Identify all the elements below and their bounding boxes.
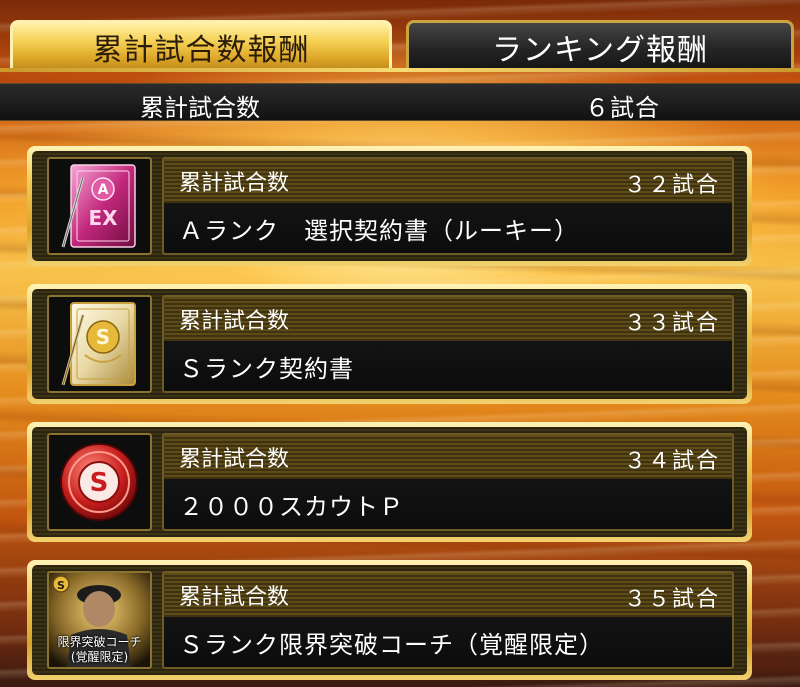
reward-info: 累計試合数 ３３試合 Ｓランク契約書 <box>162 295 734 393</box>
reward-name: Ｓランク限界突破コーチ（覚醒限定） <box>179 631 604 659</box>
tab-cumulative-rewards[interactable]: 累計試合数報酬 <box>10 20 392 70</box>
summary-label: 累計試合数 <box>140 94 260 122</box>
reward-card-inner: S 累計試合数 ３４試合 ２０００スカウトＰ <box>32 427 747 537</box>
reward-required-games: ３４試合 <box>623 449 720 474</box>
tab-underline <box>0 68 800 72</box>
reward-card[interactable]: S 累計試合数 ３３試合 Ｓランク契約書 <box>27 284 752 404</box>
reward-category: 累計試合数 <box>179 171 290 196</box>
svg-text:A: A <box>98 182 109 198</box>
reward-name: ２０００スカウトＰ <box>179 493 404 521</box>
reward-info: 累計試合数 ３２試合 Ａランク 選択契約書（ルーキー） <box>162 157 734 255</box>
reward-category: 累計試合数 <box>179 309 290 334</box>
svg-text:S: S <box>96 325 110 349</box>
limit-break-coach-icon: S 限界突破コーチ (覚醒限定) <box>47 571 152 669</box>
svg-text:EX: EX <box>88 206 118 230</box>
reward-card-inner: S 累計試合数 ３３試合 Ｓランク契約書 <box>32 289 747 399</box>
summary-value: ６試合 <box>585 94 660 122</box>
reward-info: 累計試合数 ３４試合 ２０００スカウトＰ <box>162 433 734 531</box>
reward-name: Ｓランク契約書 <box>179 355 354 383</box>
reward-name: Ａランク 選択契約書（ルーキー） <box>179 217 579 245</box>
reward-card[interactable]: S 累計試合数 ３４試合 ２０００スカウトＰ <box>27 422 752 542</box>
reward-card-inner: A EX 累計試合数 ３２試合 Ａランク 選択契約書（ルーキー） <box>32 151 747 261</box>
reward-category: 累計試合数 <box>179 585 290 610</box>
svg-text:S: S <box>90 468 109 498</box>
reward-required-games: ３２試合 <box>623 173 720 198</box>
reward-category: 累計試合数 <box>179 447 290 472</box>
tab-ranking-label: ランキング報酬 <box>491 32 709 68</box>
reward-info: 累計試合数 ３５試合 Ｓランク限界突破コーチ（覚醒限定） <box>162 571 734 669</box>
reward-required-games: ３５試合 <box>623 587 720 612</box>
pink-contract-book-icon: A EX <box>47 157 152 255</box>
svg-text:S: S <box>57 579 65 592</box>
tab-cumulative-label: 累計試合数報酬 <box>92 32 310 68</box>
coach-icon-caption: 限界突破コーチ (覚醒限定) <box>49 635 150 665</box>
cumulative-games-summary: 累計試合数 ６試合 <box>0 83 800 122</box>
scout-point-coin-icon: S <box>47 433 152 531</box>
gold-contract-book-icon: S <box>47 295 152 393</box>
reward-card[interactable]: A EX 累計試合数 ３２試合 Ａランク 選択契約書（ルーキー） <box>27 146 752 266</box>
reward-card[interactable]: S 限界突破コーチ (覚醒限定) 累計試合数 ３５試合 Ｓランク限界突破コーチ（… <box>27 560 752 680</box>
reward-required-games: ３３試合 <box>623 311 720 336</box>
reward-card-inner: S 限界突破コーチ (覚醒限定) 累計試合数 ３５試合 Ｓランク限界突破コーチ（… <box>32 565 747 675</box>
tab-ranking-rewards[interactable]: ランキング報酬 <box>406 20 794 70</box>
tab-bar: 累計試合数報酬 ランキング報酬 <box>0 0 800 72</box>
coach-icon-caption-line2: (覚醒限定) <box>70 650 129 664</box>
coach-icon-caption-line1: 限界突破コーチ <box>57 635 142 649</box>
